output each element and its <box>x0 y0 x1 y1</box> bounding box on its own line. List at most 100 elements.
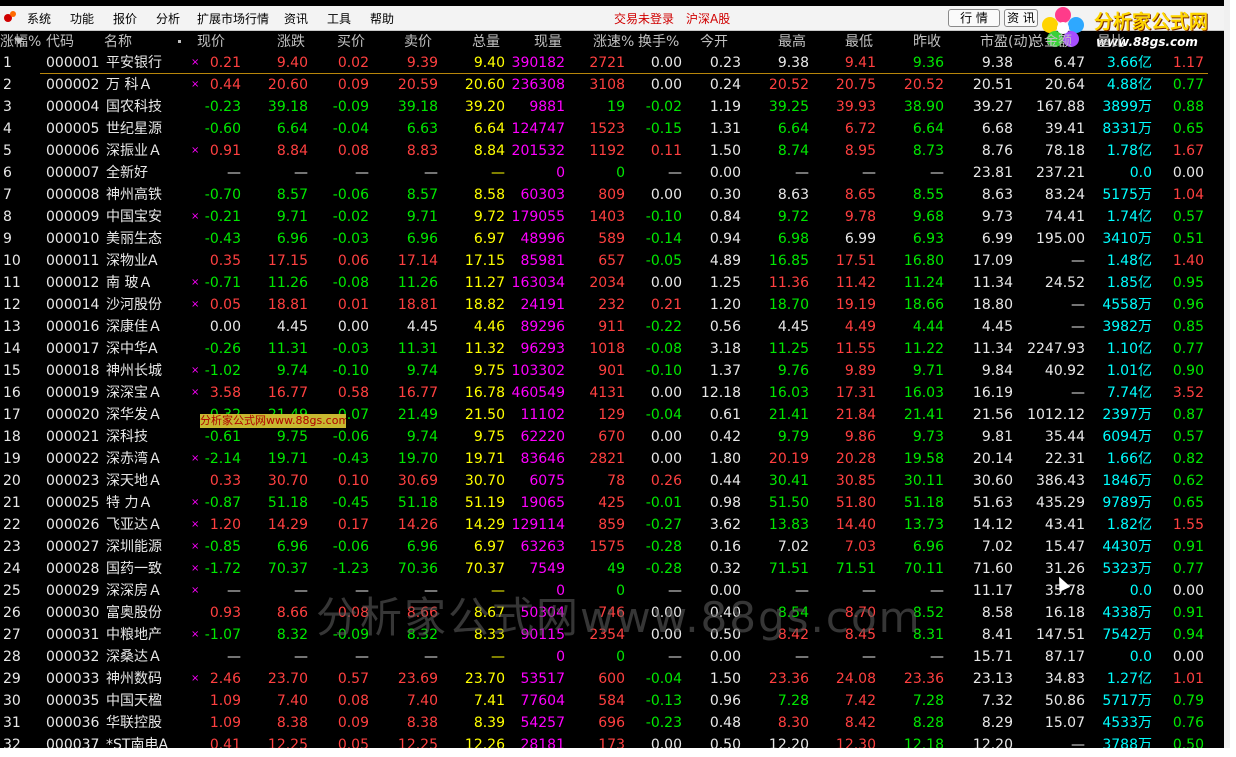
col-last-vol: 3108 <box>589 77 625 93</box>
col-change-pct: 0.41 <box>209 737 241 748</box>
table-row[interactable]: 12 000014 沙河股份 × 0.05 18.81 0.01 18.81 18.82 2419… <box>0 294 1224 316</box>
col-vol-ratio: 0.62 <box>1172 473 1204 489</box>
table-row[interactable]: 18 000021 深科技 -0.61 9.75 -0.06 9.74 9.75 62220 67… <box>0 426 1224 448</box>
table-row[interactable]: 20 000023 深天地Ａ 0.33 30.70 0.10 30.69 30.70 6075 7… <box>0 470 1224 492</box>
menu-quote[interactable]: 报价 <box>113 10 137 27</box>
col-pe: 195.00 <box>1036 231 1085 247</box>
info-button[interactable]: 资 讯 <box>1004 9 1038 27</box>
table-row[interactable]: 3 000004 国农科技 -0.23 39.18 -0.09 39.18 39.20 9881… <box>0 96 1224 118</box>
col-change-pct: -0.61 <box>204 429 241 445</box>
col-code: 000019 <box>46 385 100 401</box>
table-row[interactable]: 22 000026 飞亚达Ａ × 1.20 14.29 0.17 14.26 14.29 1291… <box>0 514 1224 536</box>
header-col-amount[interactable]: 量比 <box>1097 31 1125 53</box>
header-col-pe[interactable]: 总金额 <box>1030 31 1072 53</box>
vertical-scrollbar[interactable] <box>1224 0 1230 748</box>
col-index: 16 <box>3 385 21 401</box>
table-row[interactable]: 10 000011 深物业A 0.35 17.15 0.06 17.14 17.15 85981… <box>0 250 1224 272</box>
table-row[interactable]: 19 000022 深赤湾Ａ × -2.14 19.71 -0.43 19.70 19.71 83… <box>0 448 1224 470</box>
header-col-high[interactable]: 最低 <box>845 31 873 53</box>
app-logo-icon[interactable] <box>4 11 18 23</box>
header-col-ask[interactable]: 总量 <box>472 31 500 53</box>
table-row[interactable]: 24 000028 国药一致 × -1.72 70.37 -1.23 70.36 70.37 75… <box>0 558 1224 580</box>
menu-system[interactable]: 系统 <box>27 10 51 27</box>
table-row[interactable]: 21 000025 特 力Ａ × -0.87 51.18 -0.45 51.18 51.19 19… <box>0 492 1224 514</box>
trade-login-status[interactable]: 交易未登录 <box>614 10 674 27</box>
table-row[interactable]: 31 000036 华联控股 1.09 8.38 0.09 8.38 8.39 54257 696… <box>0 712 1224 734</box>
col-amount: 1.74亿 <box>1106 209 1152 225</box>
menu-analysis[interactable]: 分析 <box>156 10 180 27</box>
table-row[interactable]: 30 000035 中国天楹 1.09 7.40 0.08 7.40 7.41 77604 584… <box>0 690 1224 712</box>
header-col-code[interactable]: 代码 <box>46 31 74 53</box>
col-low: 16.03 <box>903 385 944 401</box>
margin-mark-icon: × <box>191 453 200 464</box>
col-open: — <box>795 165 809 181</box>
table-row[interactable]: 29 000033 神州数码 × 2.46 23.70 0.57 23.69 23.70 5351… <box>0 668 1224 690</box>
col-name: 深华发Ａ <box>106 407 162 423</box>
table-row[interactable]: 13 000016 深康佳Ａ 0.00 4.45 0.00 4.45 4.46 89296 911… <box>0 316 1224 338</box>
col-change: -0.06 <box>332 429 369 445</box>
table-row[interactable]: 1 000001 平安银行 × 0.21 9.40 0.02 9.39 9.40 390182 27… <box>0 52 1224 74</box>
header-col-change[interactable]: 买价 <box>337 31 365 53</box>
table-row[interactable]: 17 000020 深华发Ａ -0.32 21.49 -0.07 21.49 21.50 111… <box>0 404 1224 426</box>
col-speed: -0.28 <box>645 539 682 555</box>
col-index: 23 <box>3 539 21 555</box>
table-row[interactable]: 14 000017 深中华A -0.26 11.31 -0.03 11.31 11.32 962… <box>0 338 1224 360</box>
col-speed: -0.02 <box>645 99 682 115</box>
table-row[interactable]: 8 000009 中国宝安 × -0.21 9.71 -0.02 9.71 9.72 179055… <box>0 206 1224 228</box>
col-last-vol: 657 <box>598 253 625 269</box>
col-amount: 1.27亿 <box>1106 671 1152 687</box>
col-prev-close: 8.63 <box>981 187 1013 203</box>
col-speed: -0.10 <box>645 363 682 379</box>
header-col-last-vol[interactable]: 涨速% <box>593 31 634 53</box>
menu-extended-market[interactable]: 扩展市场行情 <box>197 10 269 27</box>
table-row[interactable]: 15 000018 神州长城 × -1.02 9.74 -0.10 9.74 9.75 10330… <box>0 360 1224 382</box>
menu-help[interactable]: 帮助 <box>370 10 394 27</box>
col-speed: 0.26 <box>650 473 682 489</box>
header-col-bid[interactable]: 卖价 <box>404 31 432 53</box>
col-high: 6.99 <box>844 231 876 247</box>
col-turnover: 0.50 <box>709 627 741 643</box>
menu-tools[interactable]: 工具 <box>327 10 351 27</box>
col-bid: 30.69 <box>397 473 438 489</box>
col-high: 8.65 <box>844 187 876 203</box>
table-row[interactable]: 27 000031 中粮地产 × -1.07 8.32 -0.09 8.32 8.33 90115… <box>0 624 1224 646</box>
menu-function[interactable]: 功能 <box>70 10 94 27</box>
table-row[interactable]: 5 000006 深振业Ａ × 0.91 8.84 0.08 8.83 8.84 201532 11… <box>0 140 1224 162</box>
table-row[interactable]: 16 000019 深深宝Ａ × 3.58 16.77 0.58 16.77 16.78 4605… <box>0 382 1224 404</box>
col-turnover: 0.56 <box>709 319 741 335</box>
menu-news[interactable]: 资讯 <box>284 10 308 27</box>
col-speed: 0.00 <box>650 737 682 748</box>
col-speed: 0.00 <box>650 605 682 621</box>
header-col-low[interactable]: 昨收 <box>913 31 941 53</box>
col-ask: 16.78 <box>464 385 505 401</box>
table-row[interactable]: 23 000027 深圳能源 × -0.85 6.96 -0.06 6.96 6.97 63263… <box>0 536 1224 558</box>
table-row[interactable]: 25 000029 深深房Ａ × — — — — —0 0—0.00— — —11.17 35.78 0.… <box>0 580 1224 602</box>
table-row[interactable]: 11 000012 南 玻Ａ × -0.71 11.26 -0.08 11.26 11.27 16… <box>0 272 1224 294</box>
header-col-turnover[interactable]: 今开 <box>700 31 728 53</box>
table-row[interactable]: 26 000030 富奥股份 0.93 8.66 0.08 8.66 8.67 50304 746… <box>0 602 1224 624</box>
header-col-change-pct[interactable]: 现价 <box>197 31 225 53</box>
col-vol-ratio: 1.04 <box>1172 187 1204 203</box>
header-col-mark[interactable]: 涨幅% <box>0 31 41 53</box>
table-row[interactable]: 28 000032 深桑达Ａ — — — — — 0 0 — 0.00 — — — 15.71 87.17 0.0… <box>0 646 1224 668</box>
quote-button[interactable]: 行 情 <box>948 9 1000 27</box>
col-bid: 16.77 <box>397 385 438 401</box>
col-index: 17 <box>3 407 21 423</box>
table-row[interactable]: 32 000037 *ST南电A 0.41 12.25 0.05 12.25 12.26 281… <box>0 734 1224 748</box>
col-index: 9 <box>3 231 12 247</box>
table-row[interactable]: 6 000007 全新好 — — — — —0 0—0.00— — —23.81 237.21 0.0 0… <box>0 162 1224 184</box>
table-row[interactable]: 2 000002 万 科Ａ × 0.44 20.60 0.09 20.59 20.60 23630… <box>0 74 1224 96</box>
header-col-speed[interactable]: 换手% <box>638 31 679 53</box>
table-row[interactable]: 9 000010 美丽生态 -0.43 6.96 -0.03 6.96 6.97 48996 58… <box>0 228 1224 250</box>
col-change-pct: 3.58 <box>209 385 241 401</box>
table-row[interactable]: 7 000008 神州高铁 -0.70 8.57 -0.06 8.57 8.58 60303 80… <box>0 184 1224 206</box>
header-col-name[interactable]: 名称 <box>104 31 132 53</box>
header-col-price[interactable]: 涨跌 <box>277 31 305 53</box>
col-name: 沙河股份 <box>106 297 162 313</box>
header-col-open[interactable]: 最高 <box>778 31 806 53</box>
header-col-volume[interactable]: 现量 <box>534 31 562 53</box>
col-ask: 9.75 <box>473 429 505 445</box>
header-col-prev-close[interactable]: 市盈(动) <box>980 31 1033 53</box>
col-last-vol: 2354 <box>589 627 625 643</box>
table-row[interactable]: 4 000005 世纪星源 -0.60 6.64 -0.04 6.63 6.64 124747 1… <box>0 118 1224 140</box>
